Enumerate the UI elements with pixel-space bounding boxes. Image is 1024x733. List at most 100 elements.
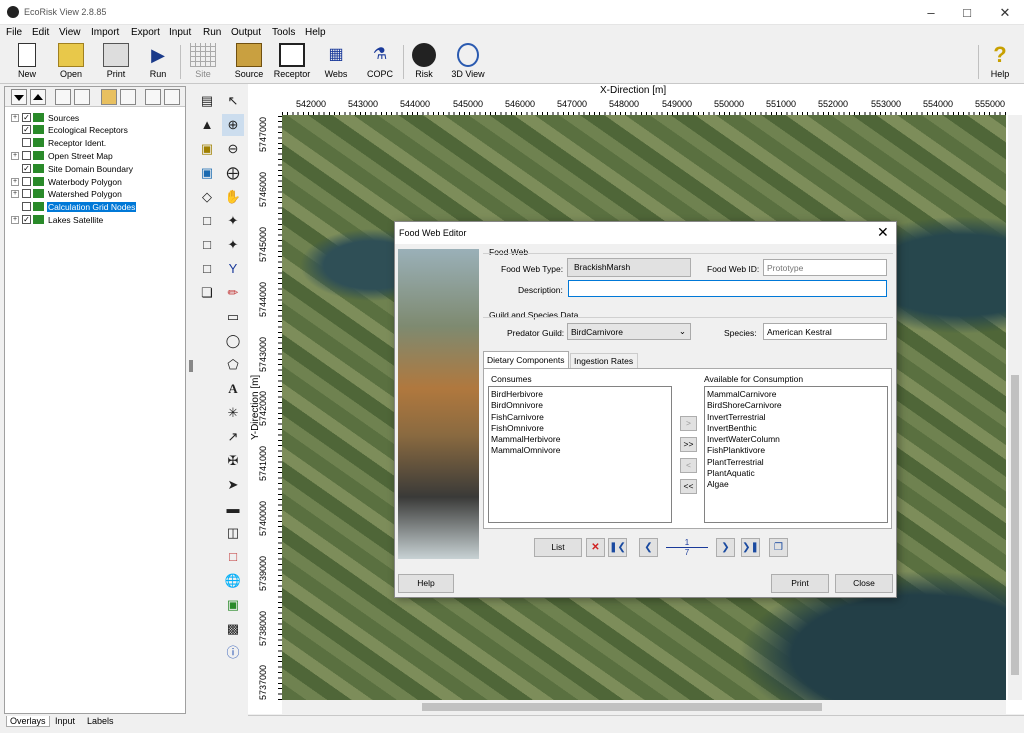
- list-button[interactable]: List: [534, 538, 582, 557]
- layer-item[interactable]: + Waterbody Polygon: [11, 176, 123, 188]
- zoom-in-icon[interactable]: ⊕: [222, 114, 244, 136]
- layer-checkbox[interactable]: [22, 177, 31, 187]
- st-icon[interactable]: □: [196, 258, 218, 280]
- grid-pattern-icon[interactable]: ▩: [222, 618, 244, 640]
- move-up-icon[interactable]: [30, 89, 46, 105]
- layer-item[interactable]: + ✓ Sources: [11, 112, 80, 124]
- bar-chart-icon[interactable]: ▤: [196, 90, 218, 112]
- next-record-icon[interactable]: ❯: [716, 538, 735, 557]
- first-record-icon[interactable]: ❚❮: [608, 538, 627, 557]
- eraser-icon[interactable]: ✏: [222, 282, 244, 304]
- food-web-id-field[interactable]: [763, 259, 887, 276]
- list-item[interactable]: MammalOmnivore: [491, 445, 669, 456]
- crosshair-icon[interactable]: ⨁: [222, 162, 244, 184]
- layer-item[interactable]: Calculation Grid Nodes: [11, 201, 137, 213]
- predator-guild-select[interactable]: BirdCarnivore ⌄: [567, 323, 691, 340]
- close-dialog-button[interactable]: Close: [835, 574, 893, 593]
- layers-icon[interactable]: ❏: [196, 282, 218, 304]
- compass-icon[interactable]: ✠: [222, 450, 244, 472]
- print-dialog-button[interactable]: Print: [771, 574, 829, 593]
- maximize-button[interactable]: □: [950, 0, 984, 25]
- list-item[interactable]: FishPlanktivore: [707, 445, 885, 456]
- run-button[interactable]: ▶ Run: [145, 43, 171, 83]
- new-button[interactable]: New: [12, 43, 42, 83]
- zoom-full-icon[interactable]: ✦: [222, 234, 244, 256]
- move-all-left-button[interactable]: <<: [680, 479, 697, 494]
- polygon-node-icon[interactable]: ◇: [196, 186, 218, 208]
- frame-icon[interactable]: □: [222, 546, 244, 568]
- layer-item[interactable]: + Watershed Polygon: [11, 188, 123, 200]
- risk-button[interactable]: Risk: [410, 43, 438, 83]
- sp-icon[interactable]: □: [196, 210, 218, 232]
- menu-import[interactable]: Import: [91, 27, 119, 38]
- tab-overlays[interactable]: Overlays: [6, 716, 50, 727]
- layer-properties-icon[interactable]: [55, 89, 71, 105]
- menu-export[interactable]: Export: [131, 27, 160, 38]
- polygon-icon[interactable]: ⬠: [222, 354, 244, 376]
- scroll-thumb[interactable]: [1011, 375, 1019, 675]
- ws-icon[interactable]: ▣: [196, 162, 218, 184]
- tab-ingestion-rates[interactable]: Ingestion Rates: [570, 353, 638, 368]
- zoom-extent-icon[interactable]: ✦: [222, 210, 244, 232]
- tab-labels[interactable]: Labels: [84, 716, 117, 726]
- minimize-button[interactable]: –: [914, 0, 948, 25]
- species-field[interactable]: American Kestral: [763, 323, 887, 340]
- help-button[interactable]: ? Help: [986, 43, 1014, 83]
- move-one-left-button[interactable]: <: [680, 458, 697, 473]
- webs-button[interactable]: ▦ Webs: [322, 43, 350, 83]
- previous-record-icon[interactable]: ❮: [639, 538, 658, 557]
- expand-icon[interactable]: +: [11, 151, 19, 160]
- scroll-thumb[interactable]: [422, 703, 822, 711]
- move-all-right-button[interactable]: >>: [680, 437, 697, 452]
- layer-item[interactable]: + ✓ Lakes Satellite: [11, 214, 104, 226]
- text-icon[interactable]: A: [222, 378, 244, 400]
- expand-icon[interactable]: +: [11, 177, 19, 186]
- menu-run[interactable]: Run: [203, 27, 221, 38]
- available-list[interactable]: MammalCarnivore BirdShoreCarnivore Inver…: [704, 386, 888, 523]
- rectangle-icon[interactable]: ▭: [222, 306, 244, 328]
- expand-icon[interactable]: +: [11, 113, 19, 122]
- horizontal-scrollbar[interactable]: [282, 700, 1006, 714]
- layer-checkbox[interactable]: ✓: [22, 164, 31, 174]
- layer-checkbox[interactable]: [22, 138, 31, 148]
- layer-checkbox[interactable]: [22, 202, 31, 212]
- arrow-icon[interactable]: ↗: [222, 426, 244, 448]
- vertical-scrollbar[interactable]: [1008, 115, 1022, 700]
- copy-record-icon[interactable]: ❐: [769, 538, 788, 557]
- zoom-out-icon[interactable]: ⊖: [222, 138, 244, 160]
- layer-chart-icon[interactable]: [74, 89, 90, 105]
- web-globe-icon[interactable]: 🌐: [222, 570, 244, 592]
- tab-input[interactable]: Input: [52, 716, 78, 726]
- bsp-icon[interactable]: □: [196, 234, 218, 256]
- scale-bar-icon[interactable]: ▬: [222, 498, 244, 520]
- print-button[interactable]: Print: [101, 43, 131, 83]
- move-down-icon[interactable]: [11, 89, 27, 105]
- layer-item[interactable]: ✓ Site Domain Boundary: [11, 163, 134, 175]
- last-record-icon[interactable]: ❯❚: [741, 538, 760, 557]
- menu-edit[interactable]: Edit: [32, 27, 49, 38]
- info-icon[interactable]: ⓘ: [222, 642, 244, 664]
- layer-checkbox[interactable]: ✓: [22, 125, 31, 135]
- layer-checkbox[interactable]: ✓: [22, 215, 31, 225]
- menu-input[interactable]: Input: [169, 27, 191, 38]
- menu-output[interactable]: Output: [231, 27, 261, 38]
- consumes-list[interactable]: BirdHerbivore BirdOmnivore FishCarnivore…: [488, 386, 672, 523]
- layout-icon[interactable]: ◫: [222, 522, 244, 544]
- list-item[interactable]: FishCarnivore: [491, 412, 669, 423]
- menu-help[interactable]: Help: [305, 27, 326, 38]
- expand-icon[interactable]: +: [11, 215, 19, 224]
- layer-item[interactable]: Receptor Ident.: [11, 137, 107, 149]
- list-item[interactable]: PlantTerrestrial: [707, 457, 885, 468]
- site-button[interactable]: Site: [188, 43, 218, 83]
- help-dialog-button[interactable]: Help: [398, 574, 454, 593]
- close-window-button[interactable]: ✕: [988, 0, 1022, 25]
- list-item[interactable]: MammalHerbivore: [491, 434, 669, 445]
- funnel-icon[interactable]: Y: [222, 258, 244, 280]
- menu-file[interactable]: File: [6, 27, 22, 38]
- list-item[interactable]: Algae: [707, 479, 885, 490]
- expand-icon[interactable]: +: [11, 189, 19, 198]
- layer-stack-icon[interactable]: ▣: [222, 594, 244, 616]
- layer-delete-icon[interactable]: [164, 89, 180, 105]
- layer-checkbox[interactable]: [22, 151, 31, 161]
- pointer-icon[interactable]: ↖: [222, 90, 244, 112]
